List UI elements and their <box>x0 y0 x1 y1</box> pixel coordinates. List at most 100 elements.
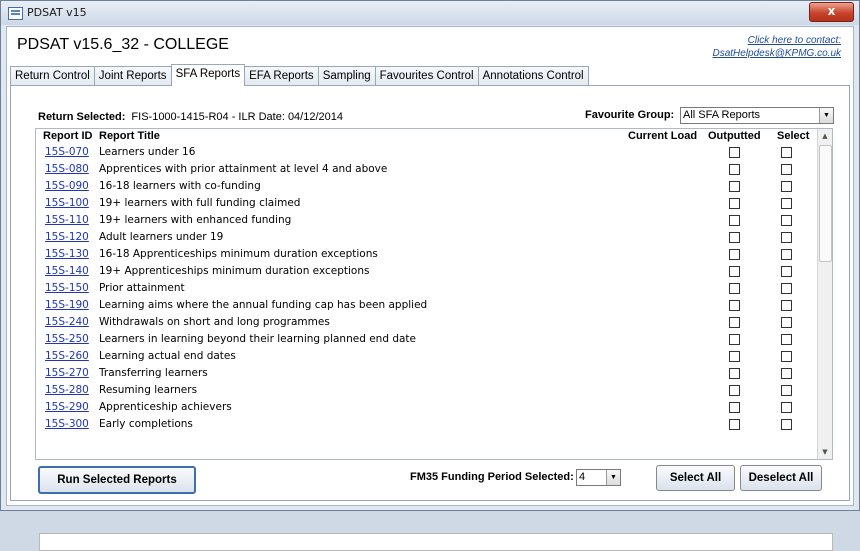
report-id-link[interactable]: 15S-090 <box>45 180 89 192</box>
outputted-checkbox[interactable] <box>729 317 740 328</box>
report-id-link[interactable]: 15S-080 <box>45 163 89 175</box>
chevron-down-icon[interactable]: ▼ <box>819 108 833 123</box>
table-row: 15S-150 Prior attainment <box>36 280 816 297</box>
tab-sfa-reports[interactable]: SFA Reports <box>170 64 246 86</box>
select-checkbox[interactable] <box>781 419 792 430</box>
select-checkbox[interactable] <box>781 215 792 226</box>
window-title: PDSAT v15 <box>27 6 87 19</box>
outputted-checkbox[interactable] <box>729 334 740 345</box>
report-id-link[interactable]: 15S-140 <box>45 265 89 277</box>
report-title: Learners under 16 <box>99 146 196 158</box>
contact-email[interactable]: DsatHelpdesk@KPMG.co.uk <box>712 47 841 60</box>
tab-favourites-control[interactable]: Favourites Control <box>374 66 479 86</box>
tab-joint-reports[interactable]: Joint Reports <box>93 66 172 86</box>
contact-link[interactable]: Click here to contact: DsatHelpdesk@KPMG… <box>712 34 841 60</box>
scroll-down-icon[interactable]: ▼ <box>818 445 832 459</box>
select-checkbox[interactable] <box>781 402 792 413</box>
report-title: Prior attainment <box>99 282 185 294</box>
select-checkbox[interactable] <box>781 351 792 362</box>
form-area: PDSAT v15.6_32 - COLLEGE Click here to c… <box>6 26 854 551</box>
report-id-link[interactable]: 15S-190 <box>45 299 89 311</box>
scroll-thumb[interactable] <box>819 145 832 262</box>
outputted-checkbox[interactable] <box>729 147 740 158</box>
report-id-link[interactable]: 15S-120 <box>45 231 89 243</box>
table-row: 15S-130 16-18 Apprenticeships minimum dur… <box>36 246 816 263</box>
tab-efa-reports[interactable]: EFA Reports <box>244 66 319 86</box>
tab-return-control[interactable]: Return Control <box>10 66 95 86</box>
outputted-checkbox[interactable] <box>729 164 740 175</box>
col-select: Select <box>777 130 810 142</box>
report-id-link[interactable]: 15S-070 <box>45 146 89 158</box>
report-id-link[interactable]: 15S-250 <box>45 333 89 345</box>
select-checkbox[interactable] <box>781 334 792 345</box>
report-id-link[interactable]: 15S-100 <box>45 197 89 209</box>
report-id-link[interactable]: 15S-110 <box>45 214 89 226</box>
select-checkbox[interactable] <box>781 283 792 294</box>
outputted-checkbox[interactable] <box>729 368 740 379</box>
select-all-button[interactable]: Select All <box>656 465 735 491</box>
report-title: Transferring learners <box>99 367 208 379</box>
report-id-link[interactable]: 15S-300 <box>45 418 89 430</box>
col-report-title: Report Title <box>99 130 160 142</box>
outputted-checkbox[interactable] <box>729 402 740 413</box>
select-checkbox[interactable] <box>781 300 792 311</box>
report-grid: Report ID Report Title Current Load Outp… <box>35 128 833 460</box>
report-id-link[interactable]: 15S-260 <box>45 350 89 362</box>
close-button[interactable]: x <box>809 2 854 22</box>
table-row: 15S-140 19+ Apprenticeships minimum durat… <box>36 263 816 280</box>
outputted-checkbox[interactable] <box>729 198 740 209</box>
outputted-checkbox[interactable] <box>729 249 740 260</box>
outputted-checkbox[interactable] <box>729 385 740 396</box>
outputted-checkbox[interactable] <box>729 181 740 192</box>
report-id-link[interactable]: 15S-290 <box>45 401 89 413</box>
select-checkbox[interactable] <box>781 249 792 260</box>
table-row: 15S-240 Withdrawals on short and long pro… <box>36 314 816 331</box>
select-checkbox[interactable] <box>781 198 792 209</box>
outputted-checkbox[interactable] <box>729 266 740 277</box>
favourite-group-select[interactable]: All SFA Reports ▼ <box>680 107 834 124</box>
report-id-link[interactable]: 15S-130 <box>45 248 89 260</box>
outputted-checkbox[interactable] <box>729 419 740 430</box>
app-window: PDSAT v15 x PDSAT v15.6_32 - COLLEGE Cli… <box>0 0 860 551</box>
report-title: 19+ Apprenticeships minimum duration exc… <box>99 265 370 277</box>
deselect-all-button[interactable]: Deselect All <box>740 465 822 491</box>
table-row: 15S-290 Apprenticeship achievers <box>36 399 816 416</box>
select-checkbox[interactable] <box>781 368 792 379</box>
report-title: Resuming learners <box>99 384 198 396</box>
outputted-checkbox[interactable] <box>729 300 740 311</box>
report-id-link[interactable]: 15S-150 <box>45 282 89 294</box>
outputted-checkbox[interactable] <box>729 232 740 243</box>
report-title: Early completions <box>99 418 193 430</box>
tab-annotations-control[interactable]: Annotations Control <box>477 66 589 86</box>
report-id-link[interactable]: 15S-280 <box>45 384 89 396</box>
outputted-checkbox[interactable] <box>729 351 740 362</box>
report-id-link[interactable]: 15S-240 <box>45 316 89 328</box>
select-checkbox[interactable] <box>781 317 792 328</box>
table-row: 15S-100 19+ learners with full funding cl… <box>36 195 816 212</box>
table-row: 15S-260 Learning actual end dates <box>36 348 816 365</box>
chevron-down-icon[interactable]: ▼ <box>606 470 620 485</box>
fm35-period-select[interactable]: 4 ▼ <box>576 469 621 486</box>
app-icon <box>8 7 23 20</box>
status-bar <box>39 533 833 551</box>
select-checkbox[interactable] <box>781 385 792 396</box>
report-id-link[interactable]: 15S-270 <box>45 367 89 379</box>
select-checkbox[interactable] <box>781 232 792 243</box>
table-row: 15S-300 Early completions <box>36 416 816 433</box>
title-bar: PDSAT v15 x <box>1 1 859 25</box>
select-checkbox[interactable] <box>781 164 792 175</box>
select-checkbox[interactable] <box>781 266 792 277</box>
run-selected-reports-button[interactable]: Run Selected Reports <box>38 466 196 494</box>
select-checkbox[interactable] <box>781 181 792 192</box>
col-outputted: Outputted <box>708 130 761 142</box>
scroll-up-icon[interactable]: ▲ <box>818 129 832 143</box>
col-report-id: Report ID <box>43 130 93 142</box>
tab-sampling[interactable]: Sampling <box>317 66 376 86</box>
table-row: 15S-270 Transferring learners <box>36 365 816 382</box>
grid-scrollbar[interactable]: ▲ ▼ <box>817 129 832 459</box>
select-checkbox[interactable] <box>781 147 792 158</box>
contact-line-1[interactable]: Click here to contact: <box>712 34 841 47</box>
tab-strip: Return Control Joint Reports SFA Reports EF… <box>10 64 589 86</box>
outputted-checkbox[interactable] <box>729 283 740 294</box>
outputted-checkbox[interactable] <box>729 215 740 226</box>
